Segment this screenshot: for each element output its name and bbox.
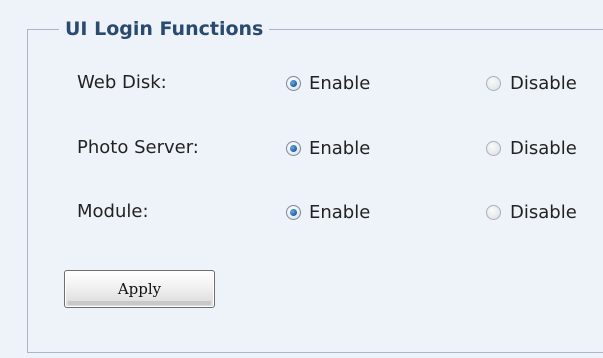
module-enable-label[interactable]: Enable <box>309 202 370 223</box>
radio-unchecked-icon[interactable] <box>486 140 501 156</box>
photo-server-enable-label[interactable]: Enable <box>309 138 370 159</box>
module-row: Module: Enable Disable <box>0 197 603 227</box>
radio-checked-icon[interactable] <box>286 204 301 220</box>
module-enable-radio[interactable]: Enable <box>286 197 370 227</box>
web-disk-disable-label[interactable]: Disable <box>510 73 577 94</box>
photo-server-row: Photo Server: Enable Disable <box>0 133 603 163</box>
web-disk-enable-label[interactable]: Enable <box>309 73 370 94</box>
radio-checked-icon[interactable] <box>286 140 301 156</box>
module-label: Module: <box>77 201 149 222</box>
photo-server-enable-radio[interactable]: Enable <box>286 133 370 163</box>
radio-unchecked-icon[interactable] <box>486 204 501 220</box>
ui-login-functions-panel: UI Login Functions Web Disk: Enable Disa… <box>0 0 603 358</box>
radio-unchecked-icon[interactable] <box>486 75 501 91</box>
apply-button[interactable]: Apply <box>64 270 215 308</box>
web-disk-label: Web Disk: <box>77 72 167 93</box>
web-disk-row: Web Disk: Enable Disable <box>0 68 603 98</box>
module-disable-label[interactable]: Disable <box>510 202 577 223</box>
web-disk-enable-radio[interactable]: Enable <box>286 68 370 98</box>
module-disable-radio[interactable]: Disable <box>486 197 577 227</box>
photo-server-disable-label[interactable]: Disable <box>510 138 577 159</box>
radio-checked-icon[interactable] <box>286 75 301 91</box>
photo-server-disable-radio[interactable]: Disable <box>486 133 577 163</box>
group-title: UI Login Functions <box>59 16 270 42</box>
photo-server-label: Photo Server: <box>77 137 199 158</box>
web-disk-disable-radio[interactable]: Disable <box>486 68 577 98</box>
